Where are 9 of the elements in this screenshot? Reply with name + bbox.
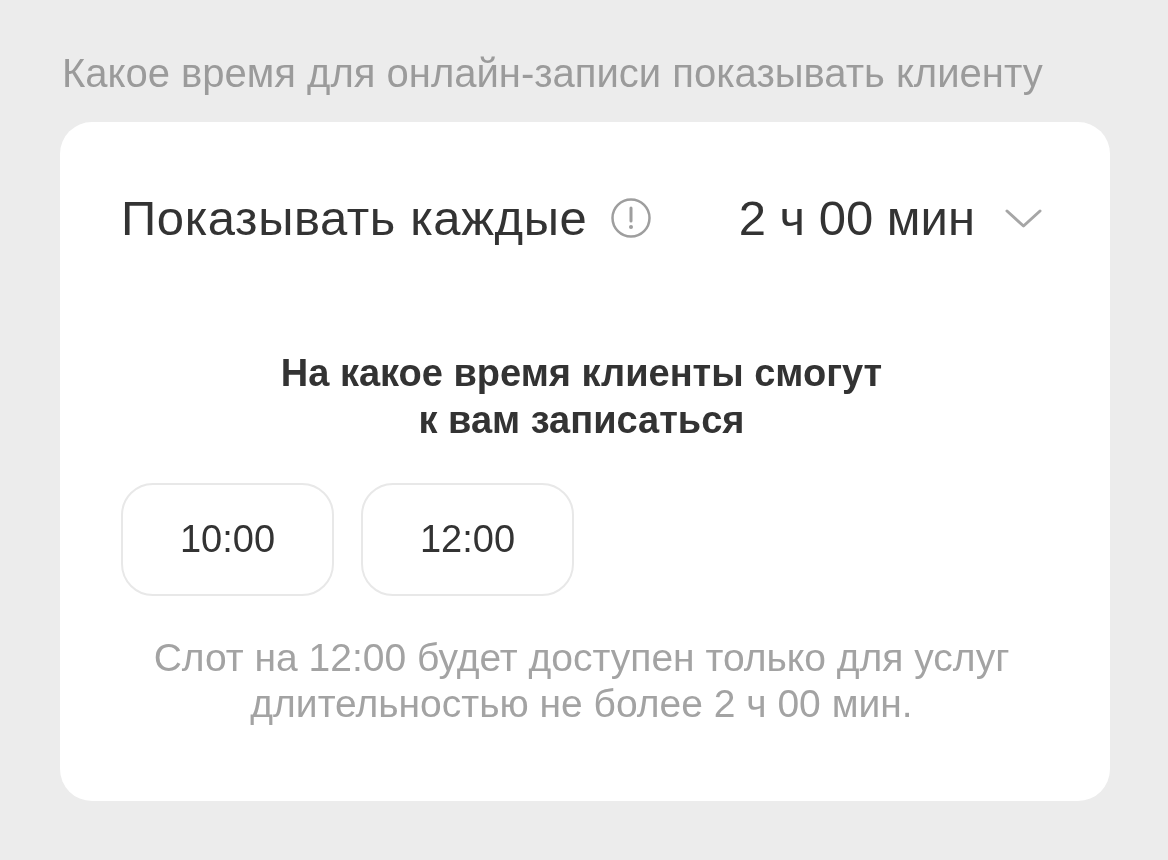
slot-note: Слот на 12:00 будет доступен только для услуг длительностью не более 2 ч 00 мин. [152, 635, 1011, 727]
slots-heading: На какое время клиенты смогут к вам записаться [279, 351, 884, 443]
info-icon[interactable] [611, 198, 652, 238]
interval-dropdown[interactable]: 2 ч 00 мин [738, 190, 1042, 246]
interval-label: Показывать каждые [121, 190, 588, 246]
chevron-down-icon [1005, 208, 1042, 228]
section-label: Какое время для онлайн-записи показывать клиенту [62, 50, 1044, 97]
time-slot-button[interactable]: 10:00 [121, 483, 334, 596]
time-slot-button[interactable]: 12:00 [361, 483, 574, 596]
